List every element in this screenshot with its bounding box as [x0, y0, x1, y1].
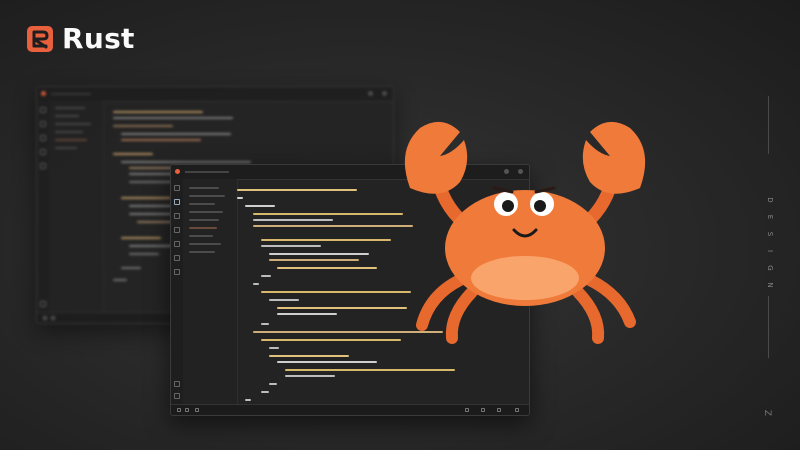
vertical-letter: I: [766, 249, 774, 253]
extensions-icon[interactable]: [40, 163, 46, 169]
explorer-row[interactable]: [189, 203, 215, 205]
gear-icon[interactable]: [40, 301, 46, 307]
title-bar: [37, 87, 393, 102]
explorer-row[interactable]: [189, 195, 225, 197]
corner-glyph: Z: [762, 409, 773, 417]
status-bar: [171, 404, 529, 415]
menu-bar[interactable]: [51, 89, 91, 99]
info-icon[interactable]: [481, 408, 485, 412]
decorative-line: [768, 296, 769, 358]
app-icon: [41, 91, 46, 96]
explorer-row[interactable]: [55, 107, 85, 109]
explorer-row[interactable]: [55, 123, 91, 125]
explorer-row[interactable]: [189, 243, 221, 245]
search-icon[interactable]: [174, 199, 180, 205]
explorer-row[interactable]: [55, 131, 83, 133]
vertical-letter: G: [766, 265, 774, 271]
explorer-row[interactable]: [189, 219, 219, 221]
vertical-label: D E S I G N: [766, 196, 774, 289]
close-icon[interactable]: [382, 91, 387, 96]
sync-icon[interactable]: [51, 316, 55, 320]
settings-icon[interactable]: [465, 408, 469, 412]
explorer-row[interactable]: [55, 147, 77, 149]
explorer-row[interactable]: [189, 211, 223, 213]
explorer-row[interactable]: [189, 187, 219, 189]
bell-icon[interactable]: [515, 408, 519, 412]
minimize-icon[interactable]: [368, 91, 373, 96]
vertical-letter: E: [766, 214, 774, 220]
debug-icon[interactable]: [40, 149, 46, 155]
feedback-icon[interactable]: [497, 408, 501, 412]
sync-icon[interactable]: [185, 408, 189, 412]
error-icon[interactable]: [195, 408, 199, 412]
explorer-icon[interactable]: [40, 107, 46, 113]
explorer-icon[interactable]: [174, 185, 180, 191]
gear-icon[interactable]: [174, 393, 180, 399]
search-icon[interactable]: [40, 121, 46, 127]
vertical-letter: D: [766, 197, 774, 203]
file-explorer: [49, 101, 104, 313]
decorative-line: [768, 96, 769, 154]
explorer-row[interactable]: [189, 235, 213, 237]
source-control-icon[interactable]: [174, 213, 180, 219]
explorer-row[interactable]: [189, 227, 217, 229]
explorer-row[interactable]: [55, 139, 87, 141]
vertical-letter: N: [766, 282, 774, 288]
menu-bar[interactable]: [185, 167, 229, 177]
branch-icon[interactable]: [43, 316, 47, 320]
extensions-icon[interactable]: [174, 241, 180, 247]
branch-icon[interactable]: [177, 408, 181, 412]
brand: Rust: [26, 22, 135, 55]
file-explorer: [183, 179, 238, 405]
ferris-crab-icon: [404, 121, 646, 344]
vertical-letter: S: [766, 231, 774, 237]
app-icon: [175, 169, 180, 174]
brand-name: Rust: [62, 22, 135, 55]
rust-logo-icon: [27, 25, 53, 52]
terminal-icon[interactable]: [174, 255, 180, 261]
explorer-row[interactable]: [55, 115, 79, 117]
debug-icon[interactable]: [174, 227, 180, 233]
testing-icon[interactable]: [174, 269, 180, 275]
explorer-row[interactable]: [189, 251, 215, 253]
account-icon[interactable]: [174, 381, 180, 387]
source-control-icon[interactable]: [40, 135, 46, 141]
